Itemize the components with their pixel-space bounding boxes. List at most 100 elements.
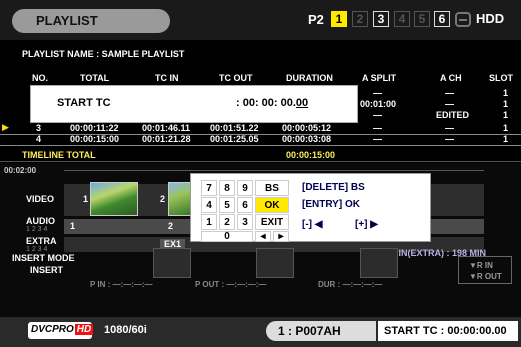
start-tc-readout: START TC : 00:00:00.00: [378, 321, 518, 341]
cell-total: 00:00:11:22: [70, 123, 119, 133]
hint-entry: [ENTRY] OK: [302, 199, 360, 210]
cell-a-ch: —: [445, 88, 454, 98]
key-0[interactable]: 0: [201, 231, 253, 242]
timeline-total-value: 00:00:15:00: [286, 150, 336, 160]
key-right[interactable]: ▸: [273, 231, 289, 242]
slot-4-indicator: 4: [394, 11, 410, 27]
cell-a-ch: —: [445, 99, 454, 109]
r-out-label: ▼R OUT: [469, 272, 502, 281]
hint-plus: [+] ▶: [355, 219, 378, 230]
hint-delete: [DELETE] BS: [302, 182, 365, 193]
extra-track-label: EXTRA: [26, 236, 57, 246]
p2-label: P2: [308, 12, 324, 27]
key-2[interactable]: 2: [219, 214, 235, 230]
cell-slot: 1: [503, 99, 509, 109]
cell-no: 4: [36, 134, 42, 144]
slot-6-indicator: 6: [434, 11, 450, 27]
cell-no: 3: [36, 123, 42, 133]
key-5[interactable]: 5: [219, 197, 235, 213]
key-exit[interactable]: EXIT: [255, 214, 289, 230]
key-3[interactable]: 3: [237, 214, 253, 230]
timeline-divider: [0, 161, 521, 162]
cell-a-ch: —: [445, 123, 454, 133]
insert-mode-label: INSERT MODE: [12, 253, 75, 263]
slot-1-indicator: 1: [331, 11, 347, 27]
cell-tc-in: 00:01:21.28: [142, 134, 191, 144]
cell-total: 00:00:15:00: [70, 134, 120, 144]
slot-2-indicator: 2: [352, 11, 368, 27]
col-tc-out: TC OUT: [219, 73, 253, 83]
video-clip-2-thumbnail[interactable]: [168, 182, 192, 216]
start-tc-dialog: START TC : 00: 00: 00.00: [30, 85, 358, 123]
col-total: TOTAL: [80, 73, 110, 83]
start-tc-cursor-digits[interactable]: 00: [296, 97, 308, 109]
hdd-icon: [455, 12, 471, 27]
col-no: NO.: [32, 73, 49, 83]
video-clip-1-number: 1: [83, 194, 89, 204]
video-clip-1-thumbnail[interactable]: [90, 182, 138, 216]
key-4[interactable]: 4: [201, 197, 217, 213]
cell-slot: 1: [503, 134, 509, 144]
col-a-ch: A CH: [440, 73, 462, 83]
dur-value: DUR : —:—:—:—: [318, 280, 383, 289]
insert-mode-value[interactable]: INSERT: [30, 265, 63, 275]
cell-slot: 1: [503, 123, 509, 133]
codec-text: DVCPRO: [31, 324, 74, 335]
timeline-total-bar: TIMELINE TOTAL 00:00:15:00: [0, 150, 521, 161]
screen-title: PLAYLIST: [12, 9, 170, 33]
slot-3-indicator: 3: [373, 11, 389, 27]
cell-duration: 00:00:05:12: [282, 123, 332, 133]
key-left[interactable]: ◂: [255, 231, 271, 242]
video-track-label: VIDEO: [26, 194, 55, 204]
cell-tc-out: 00:01:51.22: [210, 123, 259, 133]
r-in-label: ▼R IN: [469, 261, 493, 270]
extra-channels: 1 2 3 4: [26, 246, 48, 253]
table-row[interactable]: 4 00:00:15:00 00:01:21.28 00:01:25.05 00…: [0, 134, 521, 146]
col-a-split: A SPLIT: [362, 73, 397, 83]
audio-track-label: AUDIO: [26, 216, 55, 226]
cell-slot: 1: [503, 88, 509, 98]
cell-a-split: —: [373, 123, 382, 133]
col-tc-in: TC IN: [155, 73, 179, 83]
key-7[interactable]: 7: [201, 180, 217, 196]
col-duration: DURATION: [286, 73, 333, 83]
key-bs[interactable]: BS: [255, 180, 289, 196]
key-6[interactable]: 6: [237, 197, 253, 213]
key-8[interactable]: 8: [219, 180, 235, 196]
p-in-value: P IN : —:—:—:—: [90, 280, 153, 289]
codec-hd-badge: HD: [74, 324, 94, 335]
p-out-frame: [256, 248, 294, 278]
col-slot: SLOT: [489, 73, 513, 83]
key-ok[interactable]: OK: [255, 197, 289, 213]
numeric-keypad: 7 8 9 BS 4 5 6 OK 1 2 3 EXIT 0 ◂ ▸ [DELE…: [190, 173, 431, 242]
cell-tc-out: 00:01:25.05: [210, 134, 259, 144]
cell-slot: 1: [503, 110, 509, 120]
r-in-out-box[interactable]: ▼R IN ▼R OUT: [458, 256, 512, 284]
cell-duration: 00:00:03:08: [282, 134, 332, 144]
key-9[interactable]: 9: [237, 180, 253, 196]
codec-logo: DVCPRO HD: [28, 322, 94, 339]
audio-channels: 1 2 3 4: [26, 226, 48, 233]
start-tc-label: START TC: [57, 97, 111, 109]
playlist-name: PLAYLIST NAME : SAMPLE PLAYLIST: [22, 49, 185, 59]
cell-a-split: —: [373, 134, 382, 144]
p-out-value: P OUT : —:—:—:—: [195, 280, 267, 289]
audio-clip-1-number: 1: [70, 221, 76, 231]
cell-a-split: —: [373, 110, 382, 120]
hdd-label: HDD: [476, 11, 505, 26]
timeline-ruler: [64, 170, 484, 171]
dur-frame: [360, 248, 398, 278]
p-in-frame: [153, 248, 191, 278]
playlist-screen: PLAYLIST P2 1 2 3 4 5 6 HDD PLAYLIST NAM…: [0, 0, 521, 347]
hint-minus: [-] ◀: [302, 219, 323, 230]
cell-a-split: —: [373, 88, 382, 98]
start-tc-field[interactable]: : 00: 00: 00.00: [236, 97, 308, 109]
timeline-total-label: TIMELINE TOTAL: [22, 150, 96, 160]
cell-tc-in: 00:01:46.11: [142, 123, 191, 133]
cell-a-ch: —: [445, 134, 454, 144]
current-clip-id: 1 : P007AH: [266, 321, 376, 341]
cell-a-split: 00:01:00: [360, 99, 397, 109]
timeline-scale-label: 00:02:00: [4, 166, 37, 175]
key-1[interactable]: 1: [201, 214, 217, 230]
video-clip-2-number: 2: [160, 194, 166, 204]
